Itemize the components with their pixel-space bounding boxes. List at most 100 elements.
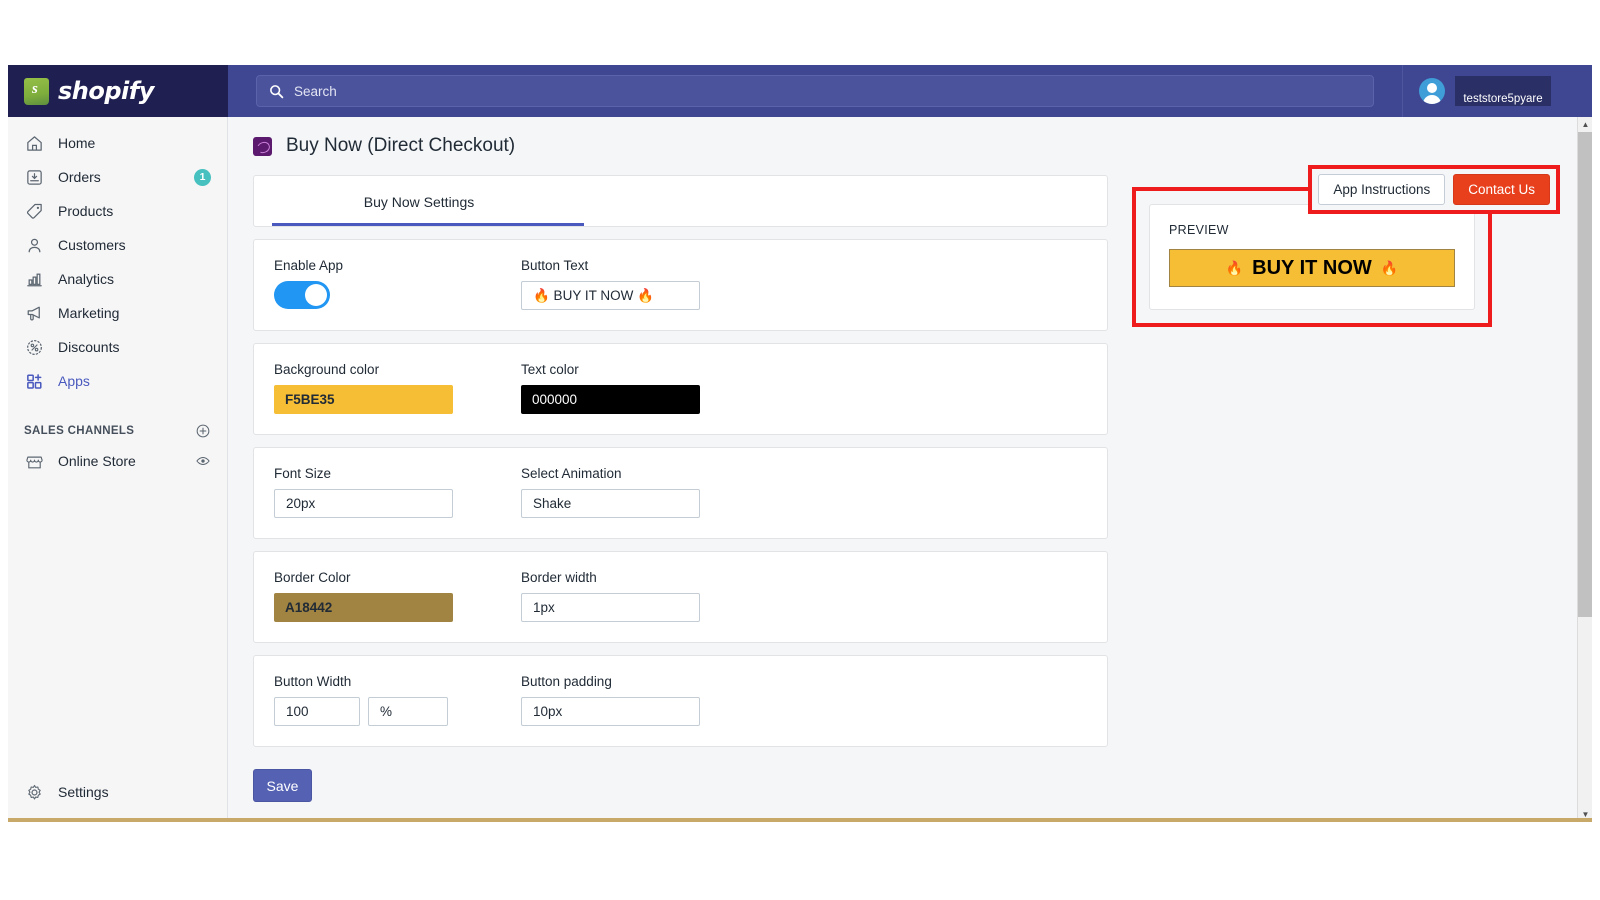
gear-icon <box>24 782 44 802</box>
field-border-color: Border Color <box>274 570 521 622</box>
scroll-up-arrow[interactable]: ▲ <box>1578 117 1592 132</box>
border-color-input[interactable] <box>274 593 453 622</box>
tab-bar: Buy Now Settings <box>253 175 1108 227</box>
sidebar-item-marketing[interactable]: Marketing <box>8 299 227 327</box>
apps-icon <box>24 371 44 391</box>
sidebar-item-settings[interactable]: Settings <box>8 778 228 806</box>
person-icon <box>24 235 44 255</box>
page-title: Buy Now (Direct Checkout) <box>286 135 516 156</box>
search-icon <box>270 84 284 98</box>
select-animation-input[interactable] <box>521 489 700 518</box>
sidebar-item-customers[interactable]: Customers <box>8 231 227 259</box>
scrollbar-thumb[interactable] <box>1578 132 1592 617</box>
vertical-scrollbar[interactable]: ▲ ▼ <box>1577 117 1592 818</box>
preview-label: PREVIEW <box>1169 223 1229 237</box>
field-button-text: Button Text <box>521 258 768 310</box>
app-instructions-button[interactable]: App Instructions <box>1318 174 1446 205</box>
text-color-input[interactable] <box>521 385 700 414</box>
field-group-font: Font Size Select Animation <box>253 447 1108 539</box>
tab-buy-now-settings[interactable]: Buy Now Settings <box>254 176 584 228</box>
eye-icon[interactable] <box>195 453 211 469</box>
shopify-logo[interactable]: shopify <box>8 65 228 117</box>
button-width-unit-input[interactable] <box>368 697 448 726</box>
field-group-button-size: Button Width Button padding <box>253 655 1108 747</box>
sidebar-item-label: Customers <box>58 237 126 253</box>
sidebar-item-home[interactable]: Home <box>8 129 227 157</box>
sidebar-item-products[interactable]: Products <box>8 197 227 225</box>
fire-right-icon: 🔥 <box>1380 259 1399 276</box>
field-group-colors: Background color Text color <box>253 343 1108 435</box>
field-font-size: Font Size <box>274 466 521 518</box>
plus-circle-icon[interactable] <box>195 423 211 439</box>
button-width-label: Button Width <box>274 674 352 689</box>
search-input[interactable]: Search <box>256 75 1374 107</box>
font-size-input[interactable] <box>274 489 453 518</box>
tab-active-underline <box>272 223 584 226</box>
tab-label: Buy Now Settings <box>363 194 475 210</box>
app-page: shopify Search teststore5pyare Home <box>8 65 1592 822</box>
sidebar-item-orders[interactable]: Orders 1 <box>8 163 227 191</box>
app-logo-icon <box>253 136 272 156</box>
preview-card: PREVIEW 🔥 BUY IT NOW 🔥 <box>1149 204 1475 310</box>
save-row: Save <box>253 747 1108 802</box>
enable-app-label: Enable App <box>274 258 344 273</box>
content-area: Buy Now Settings Enable App Button Text <box>229 175 1577 802</box>
toggle-knob <box>305 284 327 306</box>
megaphone-icon <box>24 303 44 323</box>
sidebar-item-online-store[interactable]: Online Store <box>8 447 227 475</box>
top-bar: shopify Search teststore5pyare <box>8 65 1592 117</box>
button-padding-input[interactable] <box>521 697 700 726</box>
border-color-label: Border Color <box>274 570 351 585</box>
orders-badge: 1 <box>194 168 211 186</box>
home-icon <box>24 133 44 153</box>
sidebar-item-apps[interactable]: Apps <box>8 367 227 395</box>
sidebar-item-label: Products <box>58 203 114 219</box>
orders-icon <box>24 167 44 187</box>
settings-column: Buy Now Settings Enable App Button Text <box>253 175 1108 802</box>
enable-app-toggle[interactable] <box>274 281 330 309</box>
save-button[interactable]: Save <box>253 769 312 802</box>
avatar <box>1419 78 1445 104</box>
sidebar-item-discounts[interactable]: Discounts <box>8 333 227 361</box>
sidebar-item-label: Settings <box>58 784 109 800</box>
store-name: teststore5pyare <box>1463 93 1543 105</box>
sales-channels-header: SALES CHANNELS <box>8 421 227 441</box>
select-animation-label: Select Animation <box>521 466 622 481</box>
preview-column: PREVIEW 🔥 BUY IT NOW 🔥 <box>1132 175 1492 802</box>
field-group-enable-app: Enable App Button Text <box>253 239 1108 331</box>
fire-left-icon: 🔥 <box>1225 259 1244 276</box>
border-width-input[interactable] <box>521 593 700 622</box>
sidebar-item-label: Apps <box>58 373 90 389</box>
preview-button-label: BUY IT NOW <box>1252 256 1372 279</box>
field-background-color: Background color <box>274 362 521 414</box>
button-text-label: Button Text <box>521 258 589 273</box>
sales-channels-title: SALES CHANNELS <box>24 425 135 437</box>
header-actions-annotation: App Instructions Contact Us <box>1308 165 1560 214</box>
border-width-label: Border width <box>521 570 597 585</box>
sidebar-item-label: Marketing <box>58 305 120 321</box>
search-container: Search <box>228 75 1402 107</box>
bar-chart-icon <box>24 269 44 289</box>
button-width-input[interactable] <box>274 697 360 726</box>
discount-icon <box>24 337 44 357</box>
field-enable-app: Enable App <box>274 258 521 310</box>
background-color-label: Background color <box>274 362 380 377</box>
field-select-animation: Select Animation <box>521 466 768 518</box>
field-button-padding: Button padding <box>521 674 768 726</box>
button-padding-label: Button padding <box>521 674 612 689</box>
button-text-input[interactable] <box>521 281 700 310</box>
contact-us-button[interactable]: Contact Us <box>1453 174 1550 205</box>
sidebar-item-label: Discounts <box>58 339 120 355</box>
scroll-down-arrow[interactable]: ▼ <box>1578 807 1592 818</box>
store-chip: teststore5pyare <box>1455 76 1551 106</box>
background-color-input[interactable] <box>274 385 453 414</box>
sidebar-item-analytics[interactable]: Analytics <box>8 265 227 293</box>
field-border-width: Border width <box>521 570 768 622</box>
user-menu[interactable]: teststore5pyare <box>1402 65 1592 117</box>
sidebar: Home Orders 1 Products Customers Analyti… <box>8 117 228 818</box>
main-content: Buy Now (Direct Checkout) Buy Now Settin… <box>229 117 1577 818</box>
preview-buy-now-button[interactable]: 🔥 BUY IT NOW 🔥 <box>1169 249 1455 287</box>
sidebar-item-label: Analytics <box>58 271 115 287</box>
text-color-label: Text color <box>521 362 579 377</box>
sidebar-item-label: Home <box>58 135 96 151</box>
